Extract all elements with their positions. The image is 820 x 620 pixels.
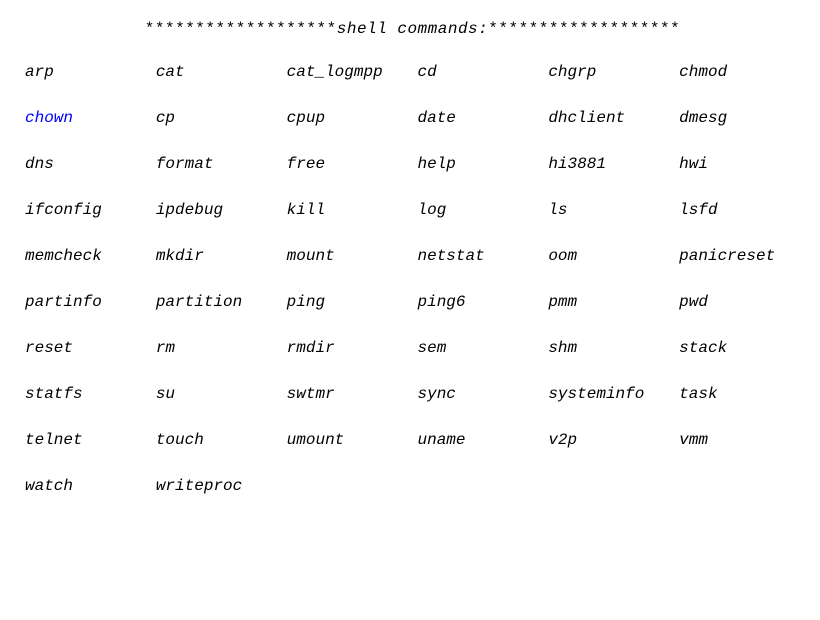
cmd-cp[interactable]: cp xyxy=(156,109,277,127)
cmd-sem[interactable]: sem xyxy=(418,339,539,357)
cmd-ping6[interactable]: ping6 xyxy=(418,293,539,311)
cmd-date[interactable]: date xyxy=(418,109,539,127)
cmd-task[interactable]: task xyxy=(679,385,800,403)
cmd-chmod[interactable]: chmod xyxy=(679,63,800,81)
cmd-mount[interactable]: mount xyxy=(287,247,408,265)
cmd-hi3881[interactable]: hi3881 xyxy=(548,155,669,173)
cmd-netstat[interactable]: netstat xyxy=(418,247,539,265)
cmd-cat_logmpp[interactable]: cat_logmpp xyxy=(287,63,408,81)
command-grid: arpcatcat_logmppcdchgrpchmodchowncpcpupd… xyxy=(25,63,800,495)
cmd-help[interactable]: help xyxy=(418,155,539,173)
header-prefix-stars: ******************* xyxy=(145,20,337,38)
cmd-oom[interactable]: oom xyxy=(548,247,669,265)
cmd-v2p[interactable]: v2p xyxy=(548,431,669,449)
cmd-free[interactable]: free xyxy=(287,155,408,173)
cmd-partition[interactable]: partition xyxy=(156,293,277,311)
cmd-chgrp[interactable]: chgrp xyxy=(548,63,669,81)
cmd-log[interactable]: log xyxy=(418,201,539,219)
cmd-partinfo[interactable]: partinfo xyxy=(25,293,146,311)
cmd-format[interactable]: format xyxy=(156,155,277,173)
cmd-cat[interactable]: cat xyxy=(156,63,277,81)
cmd-cpup[interactable]: cpup xyxy=(287,109,408,127)
cmd-rm[interactable]: rm xyxy=(156,339,277,357)
cmd-chown[interactable]: chown xyxy=(25,109,146,127)
cmd-arp[interactable]: arp xyxy=(25,63,146,81)
cmd-mkdir[interactable]: mkdir xyxy=(156,247,277,265)
cmd-sync[interactable]: sync xyxy=(418,385,539,403)
cmd-watch[interactable]: watch xyxy=(25,477,146,495)
cmd-reset[interactable]: reset xyxy=(25,339,146,357)
cmd-ifconfig[interactable]: ifconfig xyxy=(25,201,146,219)
cmd-writeproc[interactable]: writeproc xyxy=(156,477,277,495)
header-title: shell commands: xyxy=(337,20,489,38)
cmd-kill[interactable]: kill xyxy=(287,201,408,219)
cmd-systeminfo[interactable]: systeminfo xyxy=(548,385,669,403)
cmd-panicreset[interactable]: panicreset xyxy=(679,247,800,265)
cmd-uname[interactable]: uname xyxy=(418,431,539,449)
cmd-dmesg[interactable]: dmesg xyxy=(679,109,800,127)
cmd-touch[interactable]: touch xyxy=(156,431,277,449)
cmd-ipdebug[interactable]: ipdebug xyxy=(156,201,277,219)
cmd-memcheck[interactable]: memcheck xyxy=(25,247,146,265)
cmd-pwd[interactable]: pwd xyxy=(679,293,800,311)
cmd-rmdir[interactable]: rmdir xyxy=(287,339,408,357)
cmd-cd[interactable]: cd xyxy=(418,63,539,81)
shell-commands-header: *******************shell commands:******… xyxy=(25,20,800,38)
cmd-ls[interactable]: ls xyxy=(548,201,669,219)
cmd-vmm[interactable]: vmm xyxy=(679,431,800,449)
cmd-dns[interactable]: dns xyxy=(25,155,146,173)
cmd-lsfd[interactable]: lsfd xyxy=(679,201,800,219)
cmd-pmm[interactable]: pmm xyxy=(548,293,669,311)
cmd-umount[interactable]: umount xyxy=(287,431,408,449)
cmd-su[interactable]: su xyxy=(156,385,277,403)
cmd-shm[interactable]: shm xyxy=(548,339,669,357)
cmd-telnet[interactable]: telnet xyxy=(25,431,146,449)
cmd-swtmr[interactable]: swtmr xyxy=(287,385,408,403)
header-suffix-stars: ******************* xyxy=(488,20,680,38)
cmd-ping[interactable]: ping xyxy=(287,293,408,311)
cmd-statfs[interactable]: statfs xyxy=(25,385,146,403)
cmd-stack[interactable]: stack xyxy=(679,339,800,357)
cmd-dhclient[interactable]: dhclient xyxy=(548,109,669,127)
cmd-hwi[interactable]: hwi xyxy=(679,155,800,173)
